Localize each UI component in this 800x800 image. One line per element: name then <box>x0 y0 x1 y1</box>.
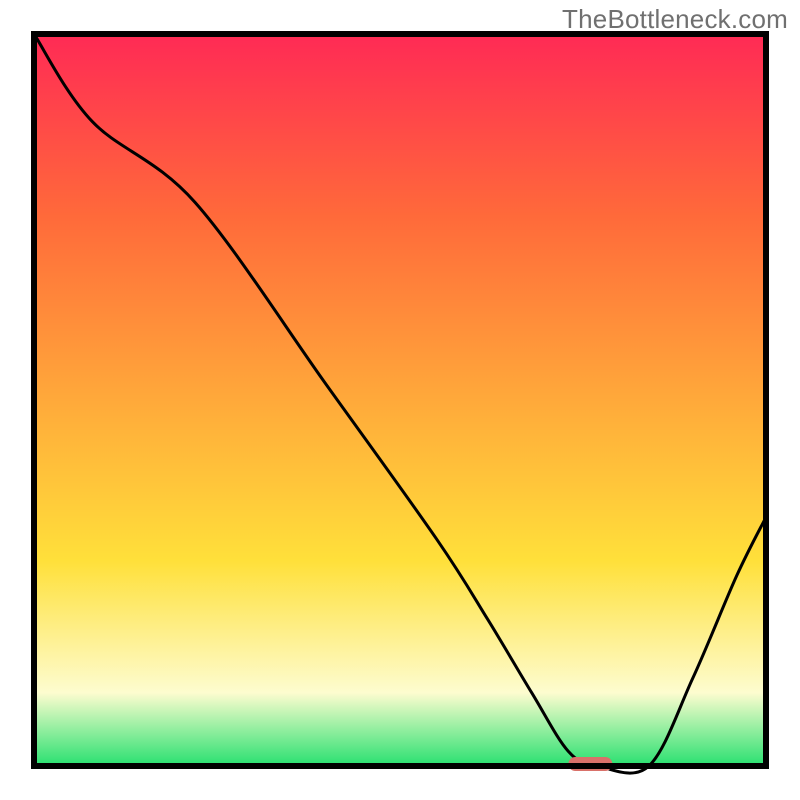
watermark-text: TheBottleneck.com <box>562 4 788 35</box>
plot-background <box>34 34 766 766</box>
chart-frame: TheBottleneck.com <box>0 0 800 800</box>
bottleneck-chart <box>0 0 800 800</box>
